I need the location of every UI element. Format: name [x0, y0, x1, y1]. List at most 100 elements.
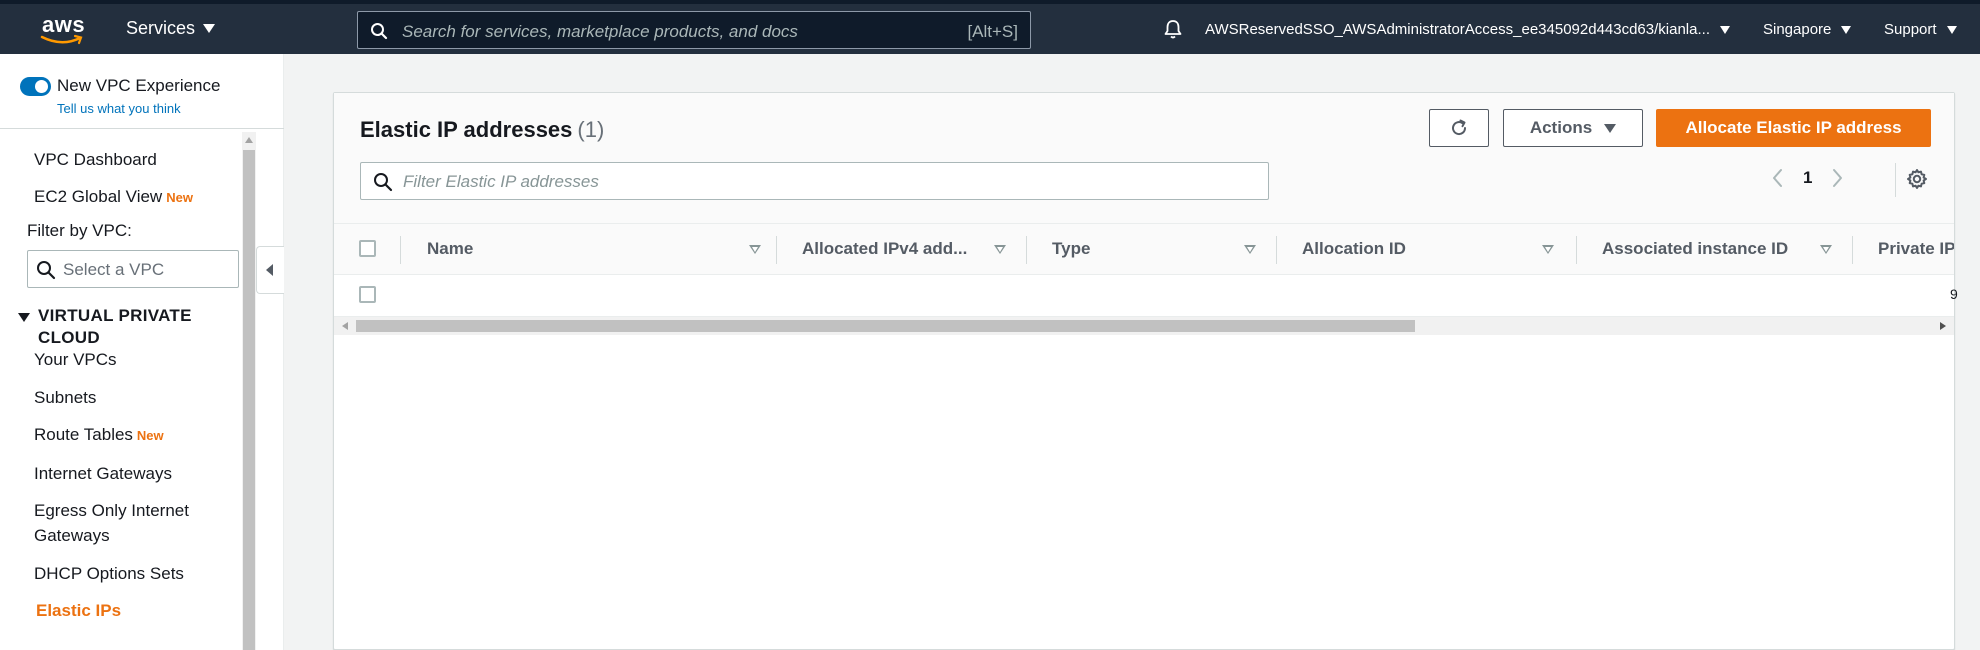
pagination-divider	[1895, 163, 1896, 197]
collapse-sidebar-button[interactable]	[256, 246, 284, 294]
sidebar-item-your-vpcs[interactable]: Your VPCs	[34, 347, 117, 372]
sidebar-item-ec2-global-view[interactable]: EC2 Global View New	[34, 184, 193, 210]
caret-down-icon	[1946, 25, 1957, 34]
column-header-name[interactable]: Name	[427, 224, 775, 274]
chevron-right-icon[interactable]	[1830, 167, 1844, 189]
region-label: Singapore	[1763, 21, 1832, 38]
column-header-label: Private IP	[1878, 239, 1954, 258]
scroll-up-arrow-icon[interactable]	[242, 134, 256, 146]
new-badge: New	[136, 428, 164, 443]
top-navigation-bar: aws Services Search for services, market…	[0, 0, 1980, 54]
gear-icon[interactable]	[1905, 167, 1929, 191]
scroll-left-arrow-icon[interactable]	[342, 322, 348, 330]
sort-icon[interactable]	[1542, 245, 1554, 254]
services-menu[interactable]: Services	[126, 18, 216, 39]
item-count: (1)	[577, 117, 605, 142]
actions-dropdown-button[interactable]: Actions	[1503, 109, 1643, 147]
caret-down-icon	[18, 313, 30, 322]
region-menu[interactable]: Singapore	[1763, 21, 1852, 38]
table-scrollbar-thumb[interactable]	[356, 320, 1415, 332]
sidebar-item-label: Subnets	[34, 388, 97, 407]
caret-down-icon	[1719, 25, 1730, 34]
services-label: Services	[126, 18, 196, 38]
private-ip-cell: 9	[1950, 286, 1958, 302]
column-divider	[1852, 236, 1853, 264]
chevron-left-icon[interactable]	[1771, 167, 1785, 189]
sidebar-item-subnets[interactable]: Subnets	[34, 385, 96, 410]
refresh-icon	[1452, 119, 1467, 136]
sidebar-item-label: Your VPCs	[34, 350, 117, 369]
sidebar-item-dhcp-options-sets[interactable]: DHCP Options Sets	[34, 561, 184, 586]
feedback-link[interactable]: Tell us what you think	[57, 101, 181, 116]
search-icon	[37, 261, 56, 280]
caret-down-icon	[203, 24, 216, 33]
support-label: Support	[1884, 21, 1937, 38]
aws-logo[interactable]: aws	[40, 12, 88, 48]
bell-icon[interactable]	[1162, 18, 1184, 40]
sort-icon[interactable]	[1244, 245, 1256, 254]
column-header-associated-instance-id[interactable]: Associated instance ID	[1602, 224, 1876, 274]
filter-elastic-ip-input[interactable]: Filter Elastic IP addresses	[360, 162, 1269, 200]
scroll-right-arrow-icon[interactable]	[1940, 322, 1946, 330]
select-all-checkbox[interactable]	[359, 240, 376, 257]
column-divider	[1026, 236, 1027, 264]
panel-header: Elastic IP addresses (1) Actions Allocate…	[334, 93, 1954, 223]
search-shortcut: [Alt+S]	[967, 22, 1018, 41]
sidebar-item-label: Route Tables	[34, 425, 133, 444]
filter-placeholder: Filter Elastic IP addresses	[403, 172, 599, 191]
search-icon	[374, 173, 393, 192]
sidebar-scrollbar[interactable]	[242, 132, 256, 650]
sidebar-item-label: Elastic IPs	[36, 601, 122, 620]
row-checkbox[interactable]	[359, 286, 376, 303]
current-page-number[interactable]: 1	[1803, 168, 1812, 188]
column-header-type[interactable]: Type	[1052, 224, 1276, 274]
column-header-label: Associated instance ID	[1602, 239, 1789, 258]
column-divider	[1276, 236, 1277, 264]
column-header-label: Name	[427, 239, 474, 258]
column-header-allocated-ipv4[interactable]: Allocated IPv4 add...	[802, 224, 1026, 274]
account-label: AWSReservedSSO_AWSAdministratorAccess_ee…	[1205, 21, 1710, 38]
section-title: VIRTUAL PRIVATE CLOUD	[38, 306, 192, 347]
column-header-label: Allocated IPv4 add...	[802, 239, 968, 258]
column-header-private-ip[interactable]: Private IP	[1878, 224, 1954, 274]
vpc-filter-select[interactable]: Select a VPC	[27, 250, 239, 288]
table-row[interactable]: 9	[334, 275, 1958, 317]
column-header-label: Allocation ID	[1302, 239, 1406, 258]
sidebar-item-route-tables[interactable]: Route Tables New	[34, 422, 164, 448]
account-menu[interactable]: AWSReservedSSO_AWSAdministratorAccess_ee…	[1205, 21, 1730, 38]
sidebar-item-elastic-ips[interactable]: Elastic IPs	[36, 598, 121, 623]
sidebar-item-label: DHCP Options Sets	[34, 564, 184, 583]
sort-icon[interactable]	[994, 245, 1006, 254]
table-header: Name Allocated IPv4 add... Type Allocati…	[334, 223, 1954, 275]
sidebar-item-label: VPC Dashboard	[34, 150, 157, 169]
table-horizontal-scrollbar[interactable]	[334, 317, 1954, 335]
search-placeholder: Search for services, marketplace product…	[402, 22, 798, 41]
vpc-filter-placeholder: Select a VPC	[63, 260, 165, 279]
sidebar-item-label: Internet Gateways	[34, 464, 172, 483]
sort-icon[interactable]	[1820, 245, 1832, 254]
sidebar-item-egress-only-internet-gateways[interactable]: Egress Only Internet Gateways	[34, 498, 234, 548]
aws-smile-icon	[40, 34, 83, 45]
elastic-ip-table-panel: Elastic IP addresses (1) Actions Allocate…	[333, 92, 1958, 650]
page-title: Elastic IP addresses (1)	[360, 117, 604, 143]
caret-down-icon	[1841, 25, 1852, 34]
search-icon	[371, 23, 388, 40]
column-divider	[400, 236, 401, 264]
sidebar-item-internet-gateways[interactable]: Internet Gateways	[34, 461, 172, 486]
support-menu[interactable]: Support	[1884, 21, 1957, 38]
new-vpc-experience-label: New VPC Experience	[57, 76, 221, 95]
sidebar-scrollbar-thumb[interactable]	[243, 150, 255, 650]
column-header-allocation-id[interactable]: Allocation ID	[1302, 224, 1576, 274]
allocate-elastic-ip-button[interactable]: Allocate Elastic IP address	[1656, 109, 1931, 147]
page-title-text: Elastic IP addresses	[360, 117, 573, 142]
column-divider	[1576, 236, 1577, 264]
sort-icon[interactable]	[749, 245, 761, 254]
global-search-input[interactable]: Search for services, marketplace product…	[357, 11, 1031, 49]
refresh-button[interactable]	[1429, 109, 1489, 147]
actions-label: Actions	[1529, 118, 1593, 137]
sidebar-item-vpc-dashboard[interactable]: VPC Dashboard	[34, 147, 157, 172]
caret-down-icon	[1604, 123, 1617, 133]
column-divider	[776, 236, 777, 264]
new-vpc-experience-toggle[interactable]	[20, 77, 51, 96]
allocate-elastic-ip-label: Allocate Elastic IP address	[1685, 118, 1902, 137]
